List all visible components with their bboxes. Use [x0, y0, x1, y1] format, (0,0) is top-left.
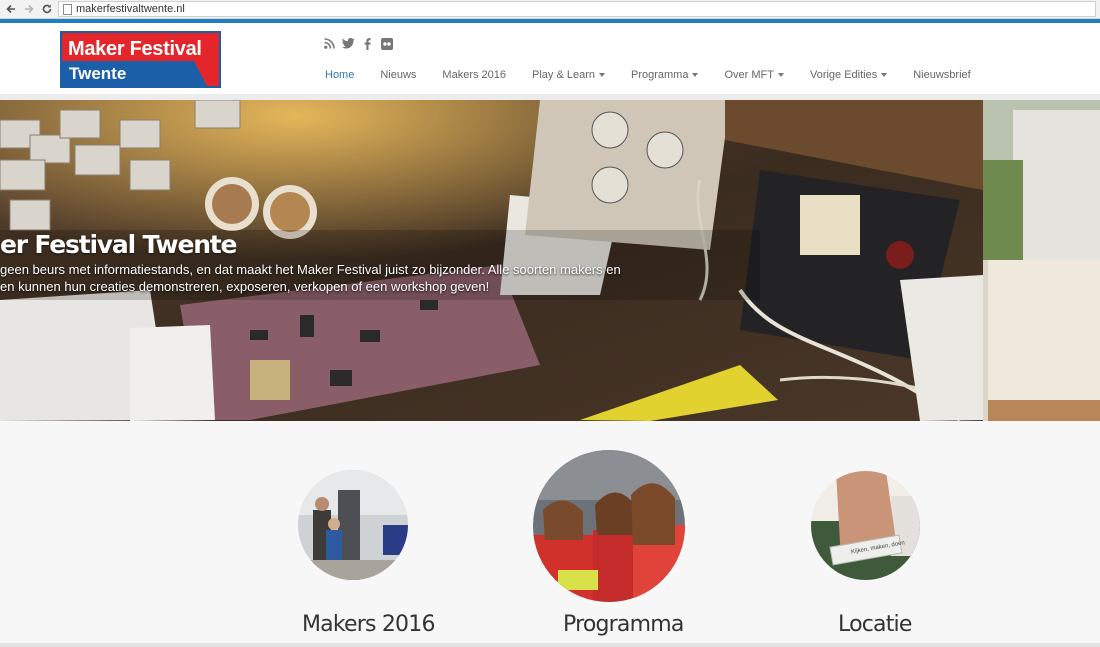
logo-text-top: Maker Festival: [68, 38, 202, 60]
facebook-icon[interactable]: [361, 37, 374, 50]
nav-vorige-edities[interactable]: Vorige Edities: [797, 69, 900, 81]
url-text: makerfestivaltwente.nl: [76, 3, 185, 15]
hero-text-line-1: geen beurs met informatiestands, en dat …: [0, 262, 621, 277]
hero-next-slide-image: [983, 100, 1100, 421]
browser-toolbar: makerfestivaltwente.nl: [0, 0, 1100, 19]
nav-over-mft[interactable]: Over MFT: [711, 69, 797, 81]
site-header: Maker Festival Twente Home Nieuws Makers…: [0, 23, 1100, 94]
twitter-icon[interactable]: [342, 37, 355, 50]
address-bar[interactable]: makerfestivaltwente.nl: [58, 1, 1096, 17]
nav-nieuwsbrief[interactable]: Nieuwsbrief: [900, 69, 983, 81]
nav-vorige-edities-label: Vorige Edities: [809, 69, 878, 81]
hero-next-slide-preview[interactable]: [983, 100, 1100, 421]
logo-text-bottom: Twente: [69, 64, 127, 83]
forward-button[interactable]: [20, 0, 38, 18]
chevron-down-icon: [777, 73, 784, 78]
main-navigation: Home Nieuws Makers 2016 Play & Learn Pro…: [312, 67, 984, 83]
locatie-image: Kijken, maken, doen: [811, 471, 920, 580]
nav-programma-label: Programma: [631, 69, 689, 81]
reload-button[interactable]: [38, 0, 56, 18]
nav-makers-2016-label: Makers 2016: [442, 69, 507, 81]
programma-image: [533, 450, 685, 602]
feature-programma[interactable]: [533, 450, 685, 602]
makers-2016-image: [298, 470, 408, 580]
feature-locatie[interactable]: Kijken, maken, doen: [811, 471, 920, 580]
hero-slide[interactable]: er Festival Twente geen beurs met inform…: [0, 100, 983, 421]
rss-icon[interactable]: [323, 37, 336, 50]
hero-workbench-image: [0, 100, 983, 421]
nav-programma[interactable]: Programma: [618, 69, 711, 81]
feature-makers-2016-title[interactable]: Makers 2016: [302, 612, 435, 637]
page-icon: [63, 3, 72, 15]
feature-programma-title[interactable]: Programma: [563, 612, 684, 637]
feature-makers-2016[interactable]: [298, 470, 408, 580]
feature-locatie-title[interactable]: Locatie: [838, 612, 912, 637]
chevron-down-icon: [692, 73, 699, 78]
hero-text-line-2: en kunnen hun creaties demonstreren, exp…: [0, 279, 490, 294]
nav-nieuws-label: Nieuws: [380, 69, 417, 81]
chevron-down-icon: [881, 73, 888, 78]
nav-play-learn-label: Play & Learn: [532, 69, 595, 81]
nav-nieuwsbrief-label: Nieuwsbrief: [913, 69, 971, 81]
flickr-icon[interactable]: [380, 37, 393, 50]
nav-play-learn[interactable]: Play & Learn: [519, 69, 618, 81]
nav-home[interactable]: Home: [312, 69, 367, 81]
hero-title: er Festival Twente: [0, 230, 238, 259]
nav-home-label: Home: [325, 69, 355, 81]
social-links: [323, 37, 393, 50]
page-bottom-edge: [0, 643, 1100, 647]
nav-makers-2016[interactable]: Makers 2016: [429, 69, 519, 81]
site-logo[interactable]: Maker Festival Twente: [60, 31, 221, 88]
nav-nieuws[interactable]: Nieuws: [367, 69, 429, 81]
chevron-down-icon: [599, 73, 605, 78]
nav-over-mft-label: Over MFT: [724, 69, 774, 81]
back-button[interactable]: [2, 0, 20, 18]
